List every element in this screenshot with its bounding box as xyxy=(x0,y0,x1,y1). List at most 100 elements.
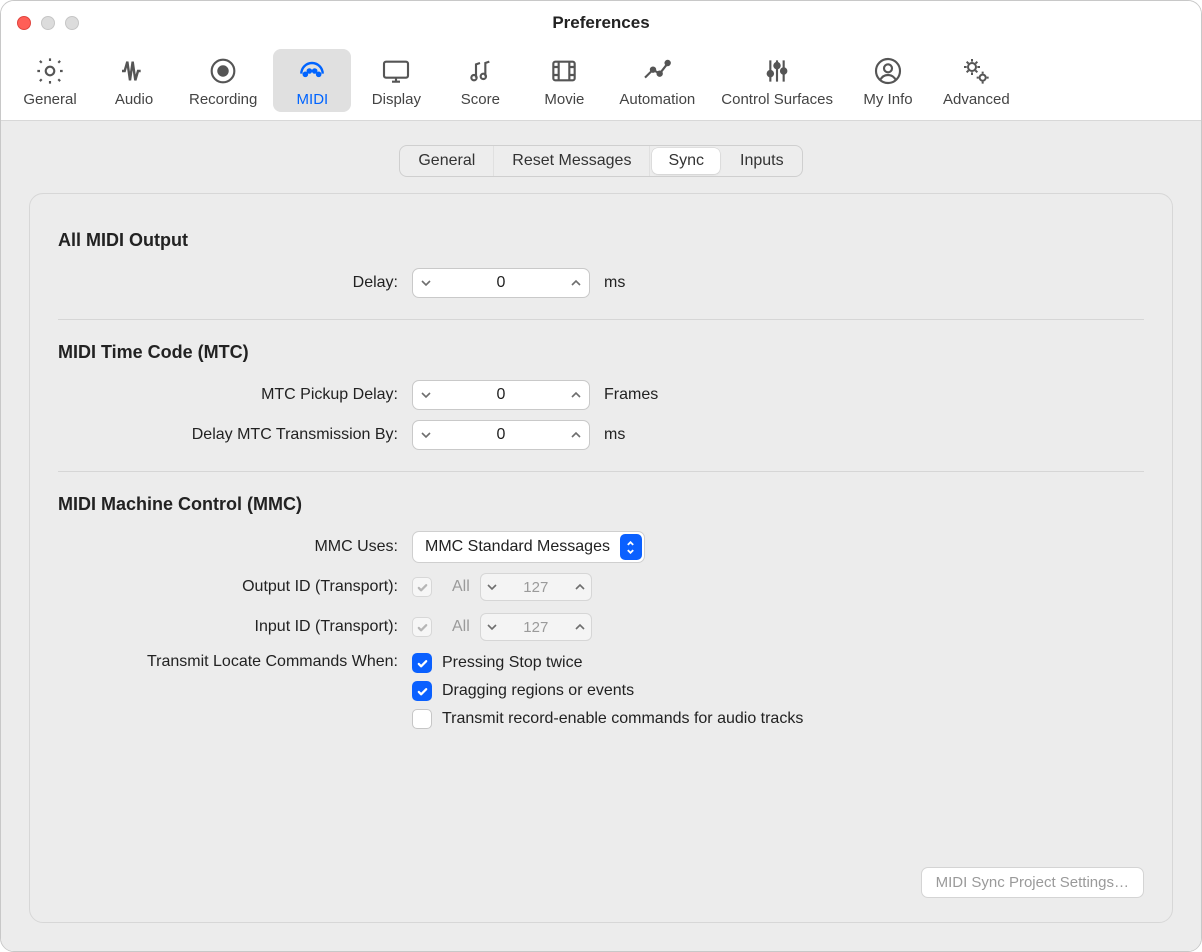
waveform-icon xyxy=(116,55,152,87)
row-mmc-uses: MMC Uses: MMC Standard Messages xyxy=(58,527,1144,567)
tab-my-info[interactable]: My Info xyxy=(849,49,927,112)
zoom-window-button[interactable] xyxy=(65,16,79,30)
subtab-bar: General Reset Messages Sync Inputs xyxy=(399,145,802,177)
input-id-all-label: All xyxy=(452,618,470,636)
close-window-button[interactable] xyxy=(17,16,31,30)
row-mtc-pickup: MTC Pickup Delay: 0 Frames xyxy=(58,375,1144,415)
label-mmc-uses: MMC Uses: xyxy=(58,538,398,556)
chevron-up-icon[interactable] xyxy=(563,269,589,297)
chevron-up-icon[interactable] xyxy=(563,381,589,409)
checkbox-drag-regions[interactable] xyxy=(412,681,432,701)
tab-midi[interactable]: MIDI xyxy=(273,49,351,112)
row-mtc-tx: Delay MTC Transmission By: 0 ms xyxy=(58,415,1144,455)
content: General Reset Messages Sync Inputs All M… xyxy=(1,121,1201,951)
mmc-uses-value: MMC Standard Messages xyxy=(425,538,610,556)
popup-arrows-icon xyxy=(620,534,642,560)
label-output-id: Output ID (Transport): xyxy=(58,578,398,596)
music-notes-icon xyxy=(462,55,498,87)
titlebar: Preferences xyxy=(1,1,1201,45)
checkbox-rec-enable-row: Transmit record-enable commands for audi… xyxy=(412,705,1144,733)
output-id-value: 127 xyxy=(503,579,569,596)
output-id-all-checkbox[interactable] xyxy=(412,577,432,597)
tab-label: Recording xyxy=(189,91,257,108)
checkbox-rec-enable[interactable] xyxy=(412,709,432,729)
tab-movie[interactable]: Movie xyxy=(525,49,603,112)
display-icon xyxy=(378,55,414,87)
delay-value: 0 xyxy=(439,274,563,292)
delay-stepper[interactable]: 0 xyxy=(412,268,590,298)
checkbox-stop-twice-label: Pressing Stop twice xyxy=(442,654,583,672)
checkbox-stop-twice[interactable] xyxy=(412,653,432,673)
window-title: Preferences xyxy=(1,13,1201,33)
subtab-sync[interactable]: Sync xyxy=(652,148,720,174)
tab-label: General xyxy=(23,91,76,108)
subtab-inputs[interactable]: Inputs xyxy=(722,146,802,176)
input-id-all-checkbox[interactable] xyxy=(412,617,432,637)
tab-label: Movie xyxy=(544,91,584,108)
section-title-mmc: MIDI Machine Control (MMC) xyxy=(58,494,1144,515)
tab-label: Automation xyxy=(619,91,695,108)
tab-label: Display xyxy=(372,91,421,108)
checkbox-drag-regions-label: Dragging regions or events xyxy=(442,682,634,700)
tab-label: My Info xyxy=(863,91,912,108)
gear-icon xyxy=(32,55,68,87)
row-delay: Delay: 0 ms xyxy=(58,263,1144,303)
person-circle-icon xyxy=(870,55,906,87)
midi-sync-project-settings-button[interactable]: MIDI Sync Project Settings… xyxy=(921,867,1144,898)
tab-score[interactable]: Score xyxy=(441,49,519,112)
chevron-down-icon[interactable] xyxy=(413,421,439,449)
preferences-window: Preferences General Audio Recording MID xyxy=(0,0,1202,952)
checkbox-stop-twice-row: Pressing Stop twice xyxy=(412,649,1144,677)
chevron-up-icon xyxy=(569,614,591,640)
section-title-mtc: MIDI Time Code (MTC) xyxy=(58,342,1144,363)
tab-audio[interactable]: Audio xyxy=(95,49,173,112)
label-delay: Delay: xyxy=(58,274,398,292)
film-icon xyxy=(546,55,582,87)
record-icon xyxy=(205,55,241,87)
subtab-general[interactable]: General xyxy=(400,146,494,176)
tab-label: MIDI xyxy=(297,91,329,108)
mmc-uses-popup[interactable]: MMC Standard Messages xyxy=(412,531,645,563)
tab-label: Control Surfaces xyxy=(721,91,833,108)
checkbox-drag-regions-row: Dragging regions or events xyxy=(412,677,1144,705)
chevron-down-icon[interactable] xyxy=(413,269,439,297)
tab-control-surfaces[interactable]: Control Surfaces xyxy=(711,49,843,112)
input-id-value: 127 xyxy=(503,619,569,636)
midi-icon xyxy=(294,55,330,87)
unit-ms: ms xyxy=(604,426,1144,444)
tab-recording[interactable]: Recording xyxy=(179,49,267,112)
row-output-id: Output ID (Transport): All 127 xyxy=(58,567,1144,607)
chevron-up-icon xyxy=(569,574,591,600)
toolbar: General Audio Recording MIDI Display xyxy=(1,45,1201,121)
tab-general[interactable]: General xyxy=(11,49,89,112)
tab-label: Score xyxy=(461,91,500,108)
input-id-stepper: 127 xyxy=(480,613,592,641)
label-mtc-tx: Delay MTC Transmission By: xyxy=(58,426,398,444)
mtc-tx-value: 0 xyxy=(439,426,563,444)
chevron-up-icon[interactable] xyxy=(563,421,589,449)
panel-footer: MIDI Sync Project Settings… xyxy=(58,867,1144,898)
label-transmit-locate: Transmit Locate Commands When: xyxy=(58,649,398,671)
unit-ms: ms xyxy=(604,274,1144,292)
output-id-all-label: All xyxy=(452,578,470,596)
tab-label: Advanced xyxy=(943,91,1010,108)
output-id-stepper: 127 xyxy=(480,573,592,601)
checkbox-rec-enable-label: Transmit record-enable commands for audi… xyxy=(442,710,803,728)
tab-label: Audio xyxy=(115,91,153,108)
tab-automation[interactable]: Automation xyxy=(609,49,705,112)
mtc-tx-stepper[interactable]: 0 xyxy=(412,420,590,450)
sliders-icon xyxy=(759,55,795,87)
mtc-pickup-stepper[interactable]: 0 xyxy=(412,380,590,410)
label-mtc-pickup: MTC Pickup Delay: xyxy=(58,386,398,404)
tab-display[interactable]: Display xyxy=(357,49,435,112)
subtab-reset-messages[interactable]: Reset Messages xyxy=(494,146,650,176)
row-transmit-locate: Transmit Locate Commands When: Pressing … xyxy=(58,647,1144,735)
chevron-down-icon xyxy=(481,574,503,600)
settings-panel: All MIDI Output Delay: 0 ms MIDI Time Co… xyxy=(29,193,1173,923)
divider xyxy=(58,471,1144,472)
minimize-window-button[interactable] xyxy=(41,16,55,30)
unit-frames: Frames xyxy=(604,386,1144,404)
tab-advanced[interactable]: Advanced xyxy=(933,49,1020,112)
chevron-down-icon xyxy=(481,614,503,640)
chevron-down-icon[interactable] xyxy=(413,381,439,409)
